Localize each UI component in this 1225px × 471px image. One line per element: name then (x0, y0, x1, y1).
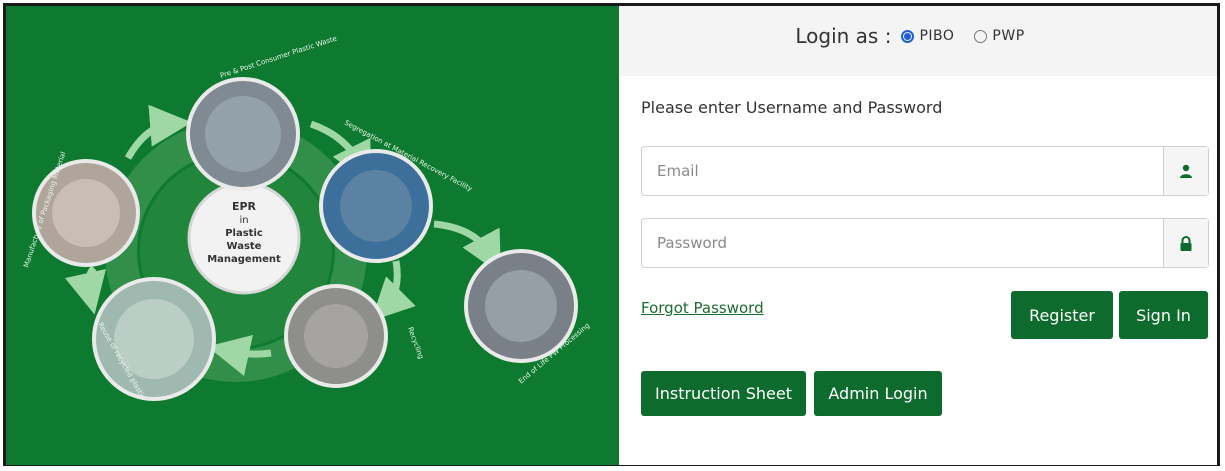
cycle-arrow (433, 220, 501, 275)
pwp-radio[interactable] (974, 30, 988, 43)
photo-detail (52, 179, 120, 247)
lock-icon (1163, 219, 1208, 267)
photo-detail (304, 304, 368, 368)
login-as-label: Login as : (795, 24, 892, 48)
pwp-radio-label[interactable]: PWP (992, 28, 1024, 44)
center-text-line: EPR (232, 200, 257, 213)
stage-label: Recycling (406, 326, 425, 360)
login-as-bar: Login as : PIBO PWP (619, 6, 1217, 76)
cycle-arrow (64, 265, 106, 315)
stage-label: Pre & Post Consumer Plastic Waste (219, 35, 338, 80)
admin-login-button[interactable]: Admin Login (814, 371, 942, 416)
center-text-line: Waste (227, 241, 262, 252)
login-panel: Login as : PIBO PWP Please enter Usernam… (619, 6, 1217, 465)
photo-detail (205, 96, 281, 172)
center-text-line: Management (207, 254, 281, 265)
epr-cycle-diagram: EPR in Plastic Waste Management Pre & Po… (22, 35, 591, 401)
photo-detail (485, 270, 557, 342)
photo-detail (340, 170, 412, 242)
email-field[interactable] (641, 146, 1209, 196)
user-icon (1163, 147, 1208, 195)
password-input[interactable] (642, 219, 1163, 267)
login-instruction-text: Please enter Username and Password (641, 98, 943, 117)
epr-diagram-panel: EPR in Plastic Waste Management Pre & Po… (6, 6, 619, 465)
cycle-arrow (371, 260, 416, 321)
center-text-line: Plastic (225, 228, 263, 239)
cycle-arrow (207, 334, 272, 376)
pibo-radio[interactable] (901, 30, 915, 43)
email-input[interactable] (642, 147, 1163, 195)
instruction-sheet-button[interactable]: Instruction Sheet (641, 371, 806, 416)
register-button[interactable]: Register (1011, 291, 1113, 339)
password-field[interactable] (641, 218, 1209, 268)
sign-in-button[interactable]: Sign In (1119, 291, 1208, 339)
center-text-line: in (239, 215, 248, 226)
forgot-password-link[interactable]: Forgot Password (641, 299, 764, 317)
pibo-radio-label[interactable]: PIBO (919, 28, 954, 44)
